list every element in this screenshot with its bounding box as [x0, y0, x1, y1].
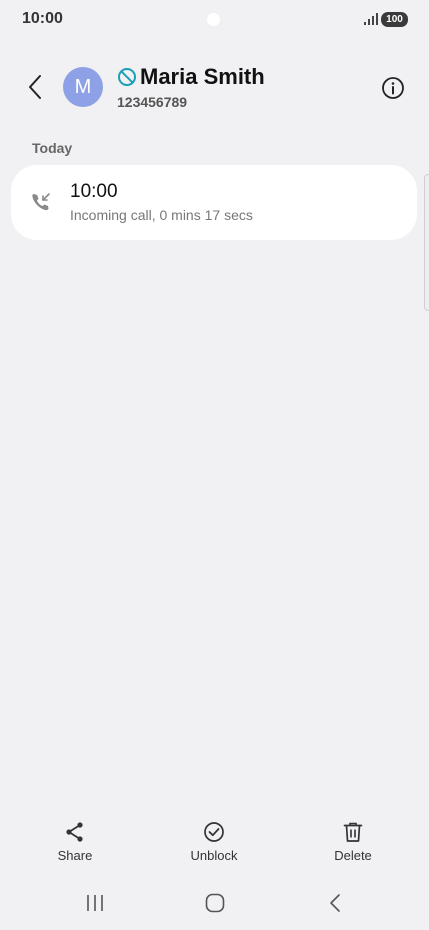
share-label: Share: [57, 848, 93, 863]
recent-apps-icon: [87, 895, 103, 911]
battery-icon: 100: [381, 12, 408, 27]
avatar-letter: M: [74, 75, 92, 98]
share-icon: [66, 822, 83, 842]
nav-back-button[interactable]: [320, 890, 350, 916]
avatar[interactable]: M: [63, 67, 103, 107]
front-camera: [207, 13, 220, 26]
contact-number: 123456789: [117, 94, 188, 110]
incoming-call-icon: [32, 193, 50, 211]
battery-level: 100: [386, 14, 403, 25]
unblock-label: Unblock: [190, 848, 238, 863]
unblock-check-icon: [204, 822, 224, 842]
section-label-today: Today: [32, 140, 73, 156]
home-icon: [205, 893, 225, 913]
call-detail: Incoming call, 0 mins 17 secs: [70, 207, 253, 223]
status-time: 10:00: [22, 10, 63, 27]
home-button[interactable]: [200, 890, 230, 916]
scroll-handle[interactable]: [424, 174, 429, 311]
info-icon: [382, 77, 404, 99]
recent-apps-button[interactable]: [80, 890, 110, 916]
nav-back-icon: [330, 894, 340, 912]
contact-name: Maria Smith: [140, 64, 265, 89]
unblock-button[interactable]: Unblock: [174, 820, 254, 863]
blocked-icon: [118, 68, 136, 86]
info-button[interactable]: [380, 75, 406, 101]
delete-label: Delete: [334, 848, 372, 863]
back-icon: [29, 75, 41, 99]
contact-name-row: Maria Smith: [117, 64, 265, 90]
back-button[interactable]: [18, 70, 52, 104]
trash-icon: [343, 822, 363, 842]
share-button[interactable]: Share: [35, 820, 115, 863]
delete-button[interactable]: Delete: [313, 820, 393, 863]
call-time: 10:00: [70, 181, 118, 202]
signal-icon: [364, 13, 378, 25]
